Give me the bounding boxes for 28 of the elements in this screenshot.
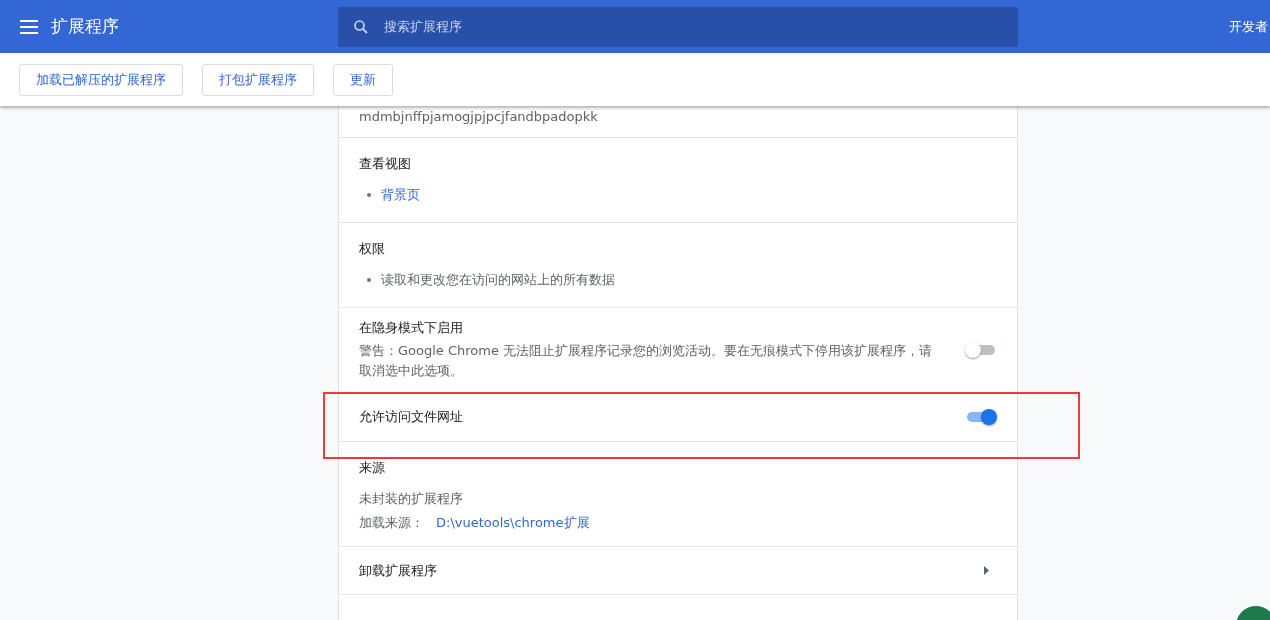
- toolbar-button[interactable]: 更新: [333, 63, 393, 96]
- source-type: 未封装的扩展程序: [359, 490, 464, 508]
- bullet-icon: [367, 278, 371, 282]
- toggle-switch[interactable]: [965, 342, 997, 358]
- toolbar-button[interactable]: 加载已解压的扩展程序: [19, 63, 183, 96]
- setting-description: 警告：Google Chrome 无法阻止扩展程序记录您的浏览活动。要在无痕模式下停用该扩展程序，请取消选中此选项。: [359, 342, 934, 380]
- toggle-switch[interactable]: [965, 409, 997, 425]
- section-title: 权限: [359, 240, 386, 258]
- source-label: 加载来源：: [359, 514, 424, 532]
- source-path-link[interactable]: D:\vuetools\chrome扩展: [436, 514, 590, 532]
- remove-extension-label: 卸载扩展程序: [359, 561, 437, 580]
- search-input[interactable]: 搜索扩展程序: [382, 18, 1018, 35]
- toolbar-button[interactable]: 打包扩展程序: [202, 63, 314, 96]
- page-title: 扩展程序: [51, 15, 120, 38]
- menu-icon[interactable]: [20, 19, 38, 34]
- setting-title: 在隐身模式下启用: [359, 319, 464, 337]
- section-title: 查看视图: [359, 155, 412, 173]
- search-icon: [352, 17, 370, 36]
- permission-text: 读取和更改您在访问的网站上的所有数据: [381, 271, 615, 289]
- setting-title: 允许访问文件网址: [359, 408, 464, 426]
- remove-extension-row[interactable]: 卸载扩展程序: [339, 547, 1017, 595]
- bullet-icon: [367, 193, 371, 197]
- section-title: 来源: [359, 459, 386, 477]
- extension-id: mdmbjnffpjamogjpjpcjfandbpadopkk: [359, 109, 598, 124]
- background-page-link[interactable]: 背景页: [381, 186, 420, 204]
- search-field[interactable]: 搜索扩展程序: [338, 6, 1018, 47]
- chevron-right-icon: [984, 566, 989, 575]
- developer-mode-label: 开发者: [1229, 17, 1268, 36]
